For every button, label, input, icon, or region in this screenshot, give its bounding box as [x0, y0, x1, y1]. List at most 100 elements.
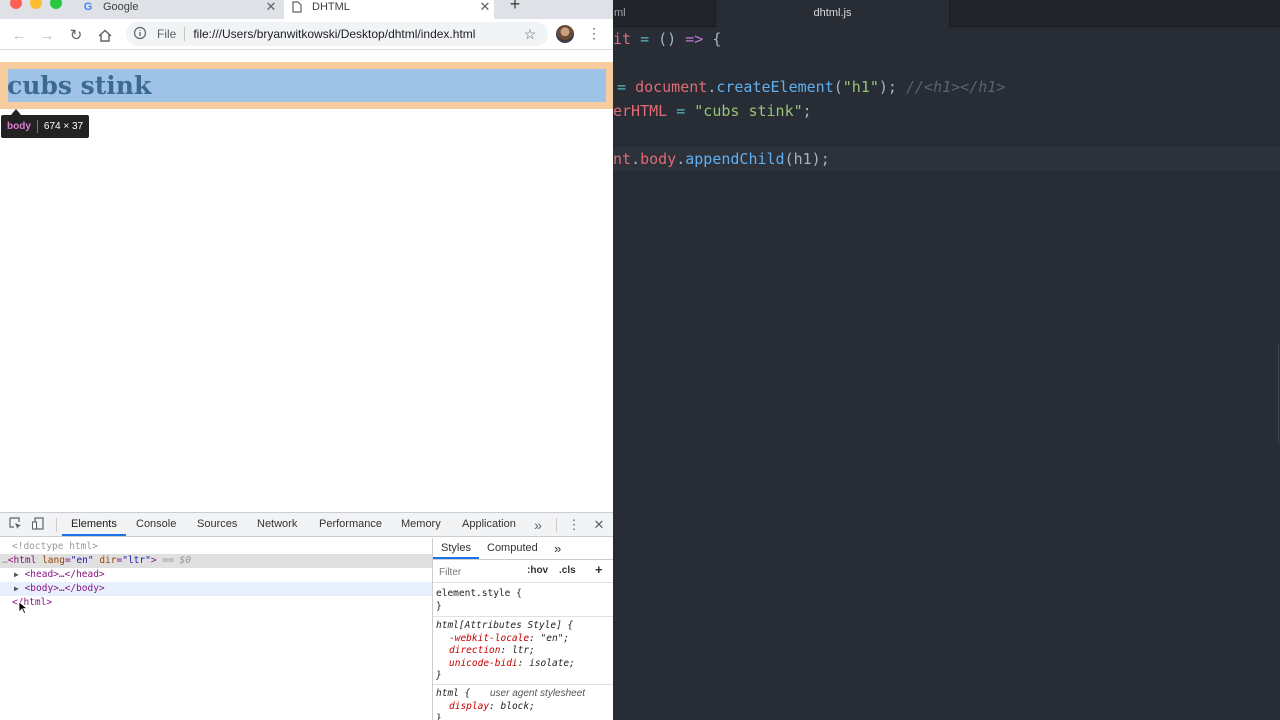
body-tag: <body>…</body> [24, 583, 105, 594]
tab-network[interactable]: Network [257, 513, 297, 536]
scheme-label: File [157, 27, 177, 41]
back-icon[interactable]: ← [9, 25, 29, 45]
divider [56, 518, 57, 532]
close-icon[interactable]: ✕ [262, 0, 280, 15]
tab-sources[interactable]: Sources [197, 513, 237, 536]
new-rule-icon[interactable]: + [595, 562, 603, 577]
doctype-text: <!doctype html> [12, 541, 98, 552]
attr-value: "en" [70, 555, 94, 566]
tab-elements[interactable]: Elements [62, 513, 126, 536]
dom-tree: <!doctype html> …<html lang="en" dir="lt… [0, 538, 432, 720]
mouse-cursor-icon [18, 601, 28, 615]
page-heading: cubs stink [7, 71, 152, 100]
attr-value: "ltr" [122, 555, 151, 566]
selected-marker: == $0 [162, 555, 191, 566]
filter-row: :hov .cls + [433, 561, 613, 583]
tab-styles[interactable]: Styles [433, 538, 479, 559]
reload-icon[interactable]: ↻ [66, 25, 86, 45]
inspect-tooltip: body 674 × 37 [1, 115, 90, 138]
tab-title: Google [103, 1, 139, 13]
dom-doctype[interactable]: <!doctype html> [0, 540, 432, 554]
divider [556, 518, 557, 532]
dom-html-close[interactable]: </html> [0, 596, 432, 610]
tooltip-size: 674 × 37 [43, 121, 84, 132]
devtools-panel: Elements Console Sources Network Perform… [0, 512, 613, 720]
styles-tabbar: Styles Computed » [433, 538, 613, 560]
code-line-current: nt.body.appendChild(h1); [613, 147, 1280, 171]
dom-head-node[interactable]: ▶ <head>…</head> [0, 568, 432, 582]
close-devtools-icon[interactable]: ✕ [591, 517, 607, 533]
info-icon[interactable] [133, 26, 149, 42]
style-property: display: block; [449, 700, 535, 712]
code-editor: ml dhtml.js it = () => { = document.crea… [613, 0, 1280, 720]
tab-memory[interactable]: Memory [401, 513, 441, 536]
rule-selector-row: html { user agent stylesheet [436, 688, 613, 701]
element-style-rule: element.style { } [436, 588, 522, 613]
minimize-window-button[interactable] [30, 0, 42, 9]
editor-tabbar: ml dhtml.js [613, 0, 1280, 27]
code-line: = document.createElement("h1"); //<h1></… [617, 78, 1006, 96]
tab-dhtml[interactable]: DHTML ✕ [284, 0, 494, 19]
address-bar[interactable]: File file:///Users/bryanwitkowski/Deskto… [126, 22, 548, 46]
forward-icon[interactable]: → [37, 25, 57, 45]
page-viewport: cubs stink body 674 × 37 [0, 51, 613, 512]
more-tabs-icon[interactable]: » [554, 538, 561, 559]
code-area[interactable]: it = () => { = document.createElement("h… [613, 27, 1280, 720]
device-toolbar-icon[interactable] [30, 517, 46, 533]
divider [433, 684, 613, 685]
bookmark-star-icon[interactable]: ☆ [522, 26, 538, 43]
rule-close: } [436, 713, 442, 720]
avatar[interactable] [556, 25, 574, 43]
attr-name: lang [42, 555, 65, 566]
style-property[interactable]: -webkit-locale: "en"; [436, 633, 575, 646]
code-line: erHTML = "cubs stink"; [613, 102, 812, 120]
ua-style-rule: html { user agent stylesheet display: bl… [436, 688, 613, 720]
rule-close: } [436, 600, 442, 612]
code-line: it = () => { [613, 30, 722, 48]
new-tab-button[interactable]: + [506, 0, 524, 15]
styles-pane: Styles Computed » :hov .cls + element.st… [433, 538, 613, 720]
more-menu-icon[interactable]: ⋮ [586, 25, 602, 45]
page-icon [290, 0, 304, 14]
close-window-button[interactable] [10, 0, 22, 9]
rule-selector: html { [436, 688, 471, 699]
tab-computed[interactable]: Computed [487, 538, 538, 559]
tab-console[interactable]: Console [136, 513, 176, 536]
style-property[interactable]: unicode-bidi: isolate; [436, 658, 575, 671]
inspect-element-icon[interactable] [7, 517, 23, 533]
rule-close: } [436, 670, 442, 681]
dom-html-node[interactable]: …<html lang="en" dir="ltr"> == $0 [0, 554, 432, 568]
google-g-icon: G [83, 1, 93, 13]
more-tabs-icon[interactable]: » [530, 517, 546, 533]
attributes-style-rule: html[Attributes Style] { -webkit-locale:… [436, 620, 575, 683]
tab-google[interactable]: G Google ✕ [75, 0, 280, 19]
zoom-window-button[interactable] [50, 0, 62, 9]
dom-body-node[interactable]: ▶ <body>…</body> [0, 582, 432, 596]
devtools-menu-icon[interactable]: ⋮ [566, 517, 582, 533]
divider [36, 120, 38, 133]
tooltip-tag: body [7, 121, 31, 132]
html-open-tag: <html [7, 555, 37, 566]
cls-toggle[interactable]: .cls [559, 565, 576, 576]
rule-selector: element.style { [436, 588, 522, 599]
close-icon[interactable]: ✕ [476, 0, 494, 15]
rule-source: user agent stylesheet [490, 688, 586, 699]
styles-filter-input[interactable] [435, 564, 517, 580]
divider [433, 616, 613, 617]
editor-scrollbar[interactable] [1278, 343, 1279, 443]
editor-tab-dhtml-js[interactable]: dhtml.js [716, 0, 950, 27]
browser-window: G Google ✕ DHTML ✕ + ← → ↻ File file:///… [0, 0, 613, 720]
hov-toggle[interactable]: :hov [527, 565, 548, 576]
attr-name: dir [99, 555, 117, 566]
url-text[interactable]: file:///Users/bryanwitkowski/Desktop/dht… [193, 27, 522, 41]
tab-title: DHTML [312, 1, 350, 13]
editor-tab-html[interactable]: ml [613, 0, 716, 27]
style-property[interactable]: direction: ltr; [436, 645, 575, 658]
tab-application[interactable]: Application [462, 513, 516, 536]
expand-triangle-icon[interactable]: ▶ [14, 584, 19, 593]
expand-triangle-icon[interactable]: ▶ [14, 570, 19, 579]
rule-selector: html[Attributes Style] { [436, 620, 574, 631]
home-icon[interactable] [95, 25, 115, 45]
tab-performance[interactable]: Performance [319, 513, 382, 536]
head-tag: <head>…</head> [24, 569, 105, 580]
